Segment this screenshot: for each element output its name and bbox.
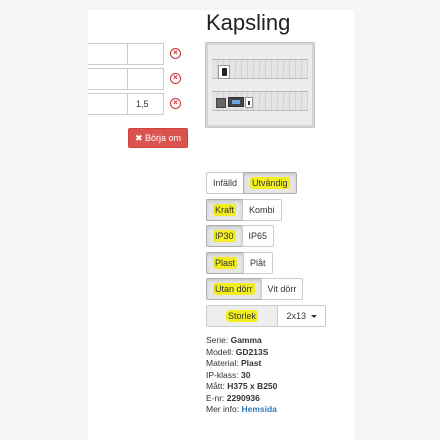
- quantity-cell[interactable]: 1,5: [128, 93, 164, 115]
- door-toggle: Utan dörr Vit dörr: [206, 278, 304, 300]
- spec-value: Plast: [240, 358, 262, 368]
- spec-serie: Serie: Gamma: [206, 335, 277, 347]
- quantity-cell[interactable]: [128, 68, 164, 90]
- socket-icon: [245, 97, 253, 108]
- homepage-link[interactable]: Hemsida: [241, 404, 276, 414]
- option-ip30[interactable]: IP30: [206, 225, 243, 247]
- option-label: Utvändig: [250, 177, 290, 189]
- option-utvandig[interactable]: Utvändig: [243, 172, 297, 194]
- spec-value: 30: [240, 369, 251, 380]
- size-label-text: Storlek: [225, 310, 258, 322]
- times-icon: ✖: [134, 133, 143, 143]
- spec-ip: IP-klass: 30: [206, 370, 277, 382]
- option-plat[interactable]: Plåt: [243, 252, 273, 274]
- material-toggle: Plast Plåt: [206, 252, 273, 274]
- spec-label: Modell:: [206, 346, 234, 357]
- spec-value: 2290936: [226, 392, 260, 403]
- option-vit-dorr[interactable]: Vit dörr: [260, 278, 304, 300]
- option-plast[interactable]: Plast: [206, 252, 245, 274]
- remove-icon[interactable]: ×: [170, 98, 181, 109]
- option-utan-dorr[interactable]: Utan dörr: [206, 278, 262, 300]
- spec-matt: Mått: H375 x B250: [206, 381, 277, 393]
- spec-label: Mer info:: [206, 404, 240, 414]
- spec-modell: Modell: GD213S: [206, 347, 277, 359]
- spec-value: GD213S: [235, 346, 269, 357]
- table-cell[interactable]: [88, 68, 128, 90]
- size-label: Storlek: [206, 305, 278, 327]
- spec-label: Serie:: [206, 335, 229, 345]
- spec-enr: E-nr: 2290936: [206, 393, 277, 405]
- size-dropdown[interactable]: 2x13: [278, 305, 326, 327]
- option-infalld[interactable]: Infälld: [206, 172, 245, 194]
- option-label: Utan dörr: [213, 283, 255, 295]
- spec-value: H375 x B250: [227, 381, 278, 391]
- spec-material: Material: Plast: [206, 358, 277, 370]
- meter-icon: [216, 98, 226, 108]
- option-kombi[interactable]: Kombi: [242, 199, 282, 221]
- spec-value: Gamma: [230, 335, 262, 345]
- spec-label: E-nr:: [206, 392, 225, 403]
- spec-label: IP-klass:: [206, 369, 239, 380]
- din-rail: [212, 91, 308, 111]
- option-label: Kraft: [213, 204, 237, 216]
- option-label: IP30: [213, 230, 236, 242]
- option-label: Plast: [213, 257, 238, 269]
- spec-info: Mer info: Hemsida: [206, 404, 277, 416]
- rotary-switch-icon: [218, 65, 230, 79]
- cabinet-image: [206, 43, 314, 127]
- size-value: 2x13: [286, 311, 306, 321]
- restart-button[interactable]: ✖ Börja om: [128, 128, 188, 148]
- remove-icon[interactable]: ×: [170, 73, 181, 84]
- ip-toggle: IP30 IP65: [206, 225, 275, 247]
- type-toggle: Kraft Kombi: [206, 199, 282, 221]
- table-cell[interactable]: [88, 93, 128, 115]
- caret-down-icon: [310, 315, 317, 319]
- size-selector: Storlek 2x13: [206, 305, 326, 327]
- table-cell[interactable]: [88, 43, 128, 65]
- page-title: Kapsling: [206, 10, 291, 35]
- option-ip65[interactable]: IP65: [241, 225, 275, 247]
- spec-list: Serie: Gamma Modell: GD213S Material: Pl…: [206, 335, 277, 416]
- remove-icon[interactable]: ×: [170, 48, 181, 59]
- display-icon: [228, 97, 244, 107]
- mounting-toggle: Infälld Utvändig: [206, 172, 297, 194]
- option-kraft[interactable]: Kraft: [206, 199, 244, 221]
- restart-label: Börja om: [145, 133, 182, 143]
- quantity-cell[interactable]: [128, 43, 164, 65]
- spec-label: Mått:: [206, 381, 225, 391]
- spec-label: Material:: [206, 358, 239, 368]
